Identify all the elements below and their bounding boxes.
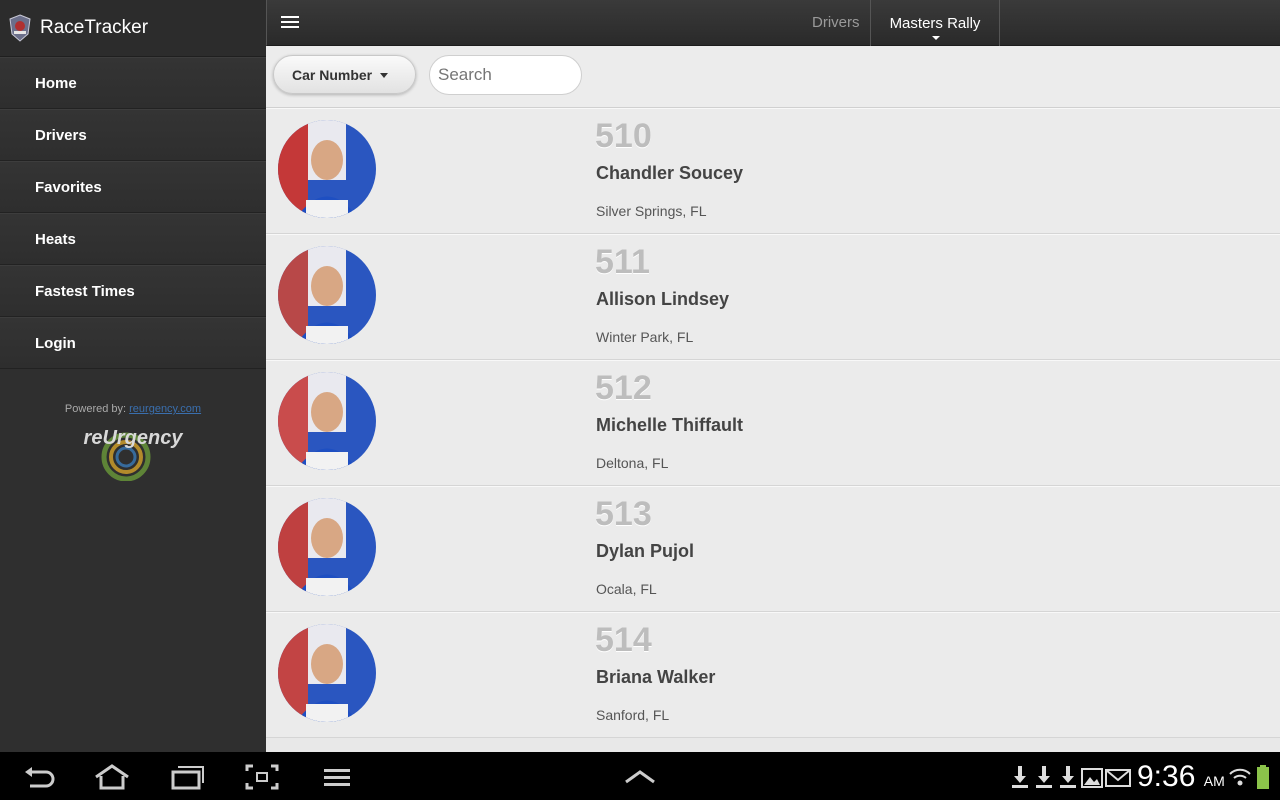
driver-row[interactable]: 510 Chandler Soucey Silver Springs, FL bbox=[266, 108, 1280, 234]
driver-name: Allison Lindsey bbox=[596, 289, 730, 309]
car-number: 514 bbox=[595, 621, 652, 659]
driver-row[interactable]: 512 Michelle Thiffault Deltona, FL bbox=[266, 360, 1280, 486]
brand-swirl-icon: reUrgency bbox=[84, 427, 184, 482]
breadcrumb-drivers[interactable]: Drivers bbox=[812, 14, 860, 31]
driver-row[interactable]: 513 Dylan Pujol Ocala, FL bbox=[266, 486, 1280, 612]
driver-avatar bbox=[278, 372, 376, 470]
car-number: 511 bbox=[595, 243, 650, 281]
hamburger-menu-icon[interactable] bbox=[279, 11, 301, 33]
car-number: 510 bbox=[595, 117, 652, 155]
app-title: RaceTracker bbox=[40, 17, 149, 38]
chevron-up-icon[interactable] bbox=[622, 764, 658, 790]
search-input[interactable] bbox=[429, 55, 582, 95]
driver-name: Dylan Pujol bbox=[596, 541, 695, 561]
car-number: 513 bbox=[595, 495, 652, 533]
sidebar-item-heats[interactable]: Heats bbox=[0, 213, 266, 265]
powered-by: Powered by: reurgency.com bbox=[0, 403, 266, 415]
sort-label: Car Number bbox=[292, 66, 373, 83]
driver-location: Winter Park, FL bbox=[596, 329, 694, 345]
chevron-down-icon bbox=[380, 73, 389, 78]
driver-location: Deltona, FL bbox=[596, 455, 669, 471]
caret-down-icon bbox=[932, 36, 940, 40]
battery-icon bbox=[1257, 765, 1269, 789]
sidebar-item-fastest-times[interactable]: Fastest Times bbox=[0, 265, 266, 317]
driver-name: Chandler Soucey bbox=[596, 163, 744, 183]
driver-row[interactable]: 511 Allison Lindsey Winter Park, FL bbox=[266, 234, 1280, 360]
sidebar-item-login[interactable]: Login bbox=[0, 317, 266, 369]
driver-list-panel: Car Number 510 Chandler Soucey Silver Spri… bbox=[266, 46, 1280, 752]
driver-avatar bbox=[278, 120, 376, 218]
sidebar-item-home[interactable]: Home bbox=[0, 57, 266, 109]
sidebar-item-drivers[interactable]: Drivers bbox=[0, 109, 266, 161]
brand-name: reUrgency bbox=[84, 427, 184, 449]
event-selector[interactable]: Masters Rally bbox=[870, 0, 1000, 46]
screenshot-icon[interactable] bbox=[245, 764, 279, 790]
home-icon[interactable] bbox=[92, 764, 132, 790]
clock: 9:36 AM bbox=[1137, 760, 1225, 794]
powered-by-label: Powered by: bbox=[64, 403, 127, 415]
wifi-icon bbox=[1229, 768, 1251, 786]
clock-ampm: AM bbox=[1203, 773, 1225, 789]
sidebar: RaceTracker Home Drivers Favorites Heats… bbox=[0, 0, 266, 752]
driver-name: Michelle Thiffault bbox=[596, 415, 744, 435]
sort-dropdown[interactable]: Car Number bbox=[273, 55, 416, 94]
driver-location: Sanford, FL bbox=[596, 707, 670, 723]
powered-by-link[interactable]: reurgency.com bbox=[129, 403, 201, 415]
driver-location: Ocala, FL bbox=[596, 581, 657, 597]
driver-name: Briana Walker bbox=[596, 667, 716, 687]
status-icons bbox=[1229, 765, 1269, 789]
driver-row[interactable]: 514 Briana Walker Sanford, FL bbox=[266, 612, 1280, 738]
recent-apps-icon[interactable] bbox=[170, 764, 206, 790]
driver-avatar bbox=[278, 624, 376, 722]
filter-bar: Car Number bbox=[266, 46, 1280, 108]
system-nav-bar: 9:36 AM bbox=[0, 752, 1280, 800]
car-number: 512 bbox=[595, 369, 652, 407]
sidebar-item-favorites[interactable]: Favorites bbox=[0, 161, 266, 213]
clock-time: 9:36 bbox=[1137, 760, 1196, 793]
notification-icons bbox=[1012, 766, 1131, 788]
menu-icon[interactable] bbox=[322, 764, 352, 790]
driver-avatar bbox=[278, 498, 376, 596]
driver-location: Silver Springs, FL bbox=[596, 203, 707, 219]
driver-avatar bbox=[278, 246, 376, 344]
app-logo-icon bbox=[9, 14, 31, 42]
event-label: Masters Rally bbox=[889, 14, 981, 32]
back-icon[interactable] bbox=[22, 764, 56, 790]
app-header: RaceTracker bbox=[0, 0, 266, 57]
top-bar: Drivers Masters Rally bbox=[266, 0, 1280, 46]
brand-logo: reUrgency bbox=[68, 421, 198, 482]
